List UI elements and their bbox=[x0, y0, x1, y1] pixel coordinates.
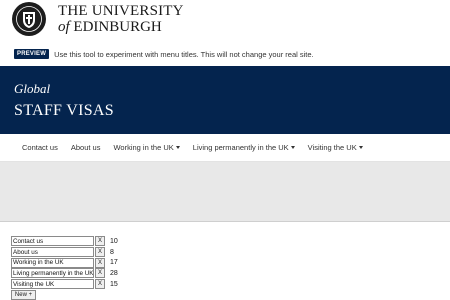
preview-badge: PREVIEW bbox=[14, 49, 50, 59]
caret-down-icon bbox=[175, 146, 180, 149]
university-crest-icon bbox=[12, 2, 46, 36]
content-placeholder bbox=[0, 162, 450, 222]
nav-item-about-us[interactable]: About us bbox=[71, 143, 101, 152]
menu-title-editor: X 10 X 8 X 17 X 28 X 15 New + bbox=[11, 236, 118, 300]
nav-item-living-permanently[interactable]: Living permanently in the UK bbox=[193, 143, 295, 152]
editor-row: X 8 bbox=[11, 247, 118, 258]
wordmark-line-2: of EDINBURGH bbox=[58, 18, 184, 35]
wordmark-edinburgh: EDINBURGH bbox=[73, 18, 162, 35]
nav-item-label: Working in the UK bbox=[113, 143, 174, 152]
wordmark-line-1: THE UNIVERSITY bbox=[58, 2, 184, 19]
caret-down-icon bbox=[290, 146, 295, 149]
site-header-banner: Global STAFF VISAS bbox=[0, 66, 450, 134]
nav-item-label: Living permanently in the UK bbox=[192, 143, 289, 152]
nav-item-contact-us[interactable]: Contact us bbox=[22, 143, 58, 152]
nav-item-label: Contact us bbox=[22, 143, 58, 152]
editor-row: X 28 bbox=[11, 268, 118, 279]
remove-button[interactable]: X bbox=[95, 257, 105, 268]
nav-item-visiting-the-uk[interactable]: Visiting the UK bbox=[308, 143, 363, 152]
menu-title-input[interactable] bbox=[11, 236, 94, 247]
main-navigation: Contact us About us Working in the UK Li… bbox=[0, 134, 450, 162]
remove-button[interactable]: X bbox=[95, 247, 105, 258]
menu-title-input[interactable] bbox=[11, 268, 94, 279]
preview-message: Use this tool to experiment with menu ti… bbox=[54, 49, 314, 59]
site-subtitle: Global bbox=[14, 81, 51, 96]
menu-title-input[interactable] bbox=[11, 257, 94, 268]
preview-banner: PREVIEW Use this tool to experiment with… bbox=[14, 49, 314, 59]
remove-button[interactable]: X bbox=[95, 236, 105, 247]
new-item-button[interactable]: New + bbox=[11, 290, 36, 300]
character-count: 15 bbox=[110, 280, 118, 288]
nav-item-label: About us bbox=[70, 143, 101, 152]
remove-button[interactable]: X bbox=[95, 268, 105, 279]
remove-button[interactable]: X bbox=[95, 279, 105, 290]
character-count: 17 bbox=[110, 259, 118, 267]
nav-item-label: Visiting the UK bbox=[307, 143, 357, 152]
university-wordmark: THE UNIVERSITY of EDINBURGH bbox=[58, 2, 184, 35]
menu-title-input[interactable] bbox=[11, 247, 94, 258]
menu-title-input[interactable] bbox=[11, 279, 94, 290]
nav-item-working-in-the-uk[interactable]: Working in the UK bbox=[113, 143, 180, 152]
character-count: 10 bbox=[110, 237, 118, 245]
caret-down-icon bbox=[358, 146, 363, 149]
editor-row: X 15 bbox=[11, 279, 118, 290]
wordmark-of: of bbox=[58, 18, 70, 35]
university-logo[interactable]: THE UNIVERSITY of EDINBURGH bbox=[12, 2, 184, 36]
character-count: 8 bbox=[110, 248, 114, 256]
editor-row: X 17 bbox=[11, 257, 118, 268]
site-title: STAFF VISAS bbox=[14, 102, 114, 119]
character-count: 28 bbox=[110, 269, 118, 277]
editor-row: X 10 bbox=[11, 236, 118, 247]
